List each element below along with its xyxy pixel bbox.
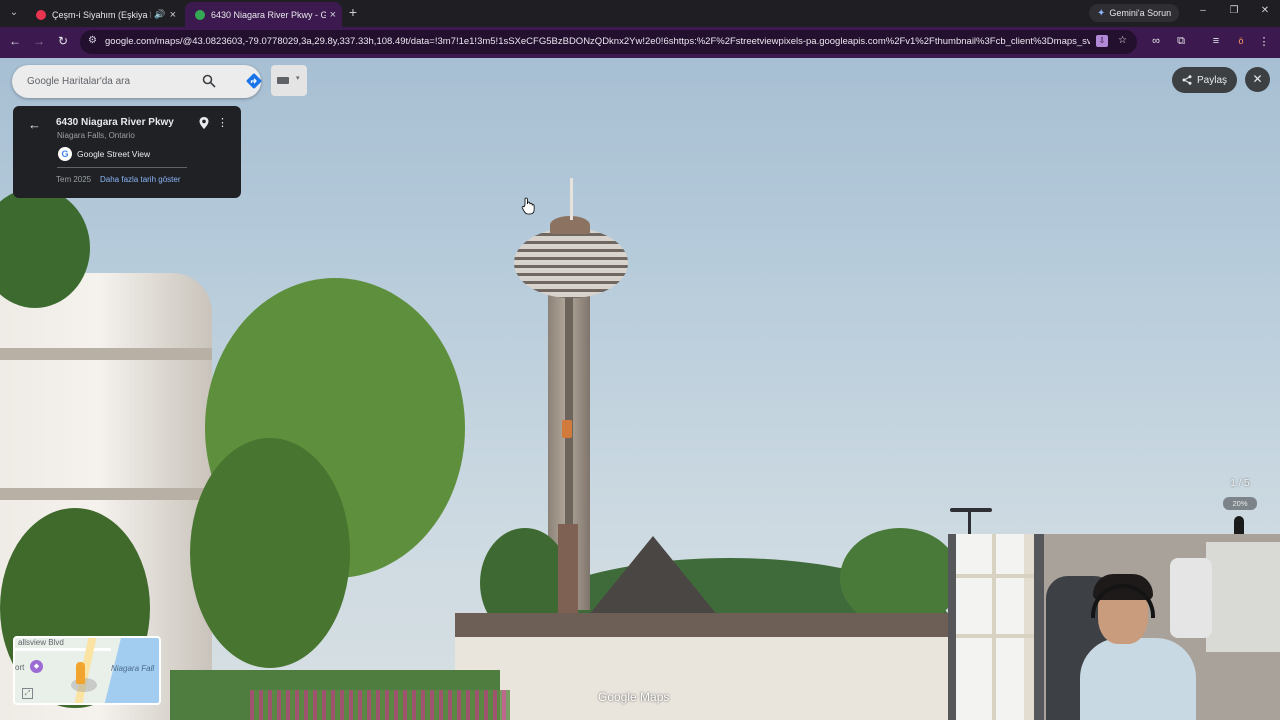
tab-title: Çeşm-i Siyahım (Eşkiya Dünyaya Hükümdar … xyxy=(52,9,151,20)
minimap-road-label: allsview Blvd xyxy=(18,638,64,647)
divider xyxy=(57,167,187,168)
skylon-tower-spire xyxy=(570,178,573,220)
tab-strip: ⌄ Çeşm-i Siyahım (Eşkiya Dünyaya Hükümda… xyxy=(0,0,1280,27)
restore-icon[interactable]: ❐ xyxy=(1227,5,1241,16)
minimap-poi-icon[interactable]: ◆ xyxy=(30,660,43,673)
pegman-icon[interactable] xyxy=(76,662,85,684)
new-tab-button[interactable]: + xyxy=(346,5,360,21)
hand-cursor-icon xyxy=(521,197,535,215)
tab-music[interactable]: Çeşm-i Siyahım (Eşkiya Dünyaya Hükümdar … xyxy=(26,2,182,27)
window-frame xyxy=(956,634,1034,638)
back-arrow-icon[interactable]: ← xyxy=(7,34,23,48)
close-street-view-icon[interactable]: ✕ xyxy=(1245,67,1270,92)
share-icon xyxy=(1182,75,1192,85)
wall-band xyxy=(0,348,212,360)
reload-icon[interactable]: ↻ xyxy=(55,34,71,48)
directions-icon[interactable] xyxy=(246,73,262,89)
url-text[interactable]: google.com/maps/@43.0823603,-79.0778029,… xyxy=(105,36,1090,47)
window-frame xyxy=(956,574,1034,578)
webcam-overlay xyxy=(948,534,1280,720)
install-app-icon[interactable]: ⇩ xyxy=(1096,35,1108,47)
browser-toolbar: ← → ↻ ⚙ google.com/maps/@43.0823603,-79.… xyxy=(0,27,1280,58)
profile-avatar[interactable]: ö xyxy=(1234,34,1248,48)
place-address: 6430 Niagara River Pkwy xyxy=(56,117,174,128)
tab-close-icon[interactable]: × xyxy=(330,9,336,21)
tower-elevator xyxy=(562,420,572,438)
capture-date: Tem 2025 xyxy=(56,175,92,184)
speaker-icon[interactable]: 🔊 xyxy=(154,9,165,20)
window-close-icon[interactable]: ✕ xyxy=(1258,5,1272,16)
gemini-button[interactable]: ✦ Gemini'a Sorun xyxy=(1089,4,1180,22)
expand-map-icon[interactable]: ⤢ xyxy=(22,688,33,699)
caret-down-icon: ▾ xyxy=(296,75,300,82)
minimap-left-label: ort xyxy=(15,663,25,672)
flower-bed xyxy=(250,690,510,720)
youtube-music-favicon-icon xyxy=(36,9,46,20)
browser-menu-icon[interactable]: ⋮ xyxy=(1257,35,1271,48)
bookmark-star-icon[interactable]: ☆ xyxy=(1118,35,1127,46)
incognito-glasses-icon[interactable]: ∞ xyxy=(1149,35,1163,47)
tab-title: 6430 Niagara River Pkwy - Google Maps xyxy=(211,9,326,20)
tab-maps[interactable]: 6430 Niagara River Pkwy - Google Maps × xyxy=(185,2,342,27)
minimap-road xyxy=(15,648,111,651)
minimap-city-label: Niagara Fall xyxy=(111,664,155,673)
minimize-icon[interactable]: – xyxy=(1196,5,1210,16)
extensions-puzzle-icon[interactable]: ⧉ xyxy=(1174,35,1188,48)
place-city: Niagara Falls, Ontario xyxy=(57,131,135,140)
address-bar[interactable]: ⚙ google.com/maps/@43.0823603,-79.077802… xyxy=(80,30,1137,54)
tab-close-icon[interactable]: × xyxy=(170,9,176,21)
zoom-level-badge: 20% xyxy=(1223,497,1257,510)
page-count: 1 / 5 xyxy=(1230,478,1250,489)
google-logo-icon: G xyxy=(58,147,72,161)
wall-band xyxy=(0,488,212,500)
media-queue-icon[interactable]: ≡ xyxy=(1209,35,1223,47)
window-frame xyxy=(992,534,996,720)
gemini-spark-icon: ✦ xyxy=(1097,7,1106,19)
google-maps-watermark: Google Maps xyxy=(598,690,670,704)
source-label: Google Street View xyxy=(77,149,151,159)
site-info-tune-icon[interactable]: ⚙ xyxy=(88,35,97,46)
search-input[interactable]: Google Haritalar'da ara xyxy=(27,76,187,87)
street-lamp-head xyxy=(950,508,992,512)
background-chair xyxy=(1170,558,1212,638)
pavilion-roof-band xyxy=(455,613,955,637)
street-view-info-card: ← 6430 Niagara River Pkwy Niagara Falls,… xyxy=(13,106,241,198)
street-view-minimap[interactable]: allsview Blvd ort Niagara Fall ◆ ⤢ xyxy=(13,636,161,705)
keyboard-layers-button[interactable]: ▾ xyxy=(271,65,307,96)
search-icon[interactable] xyxy=(202,74,216,88)
more-vert-icon[interactable]: ⋮ xyxy=(217,116,228,129)
maps-search-box[interactable]: Google Haritalar'da ara xyxy=(12,65,262,98)
back-arrow-icon[interactable]: ← xyxy=(28,117,41,132)
google-maps-favicon-icon xyxy=(195,9,205,20)
forward-arrow-icon[interactable]: → xyxy=(31,34,47,48)
background-monitor xyxy=(1206,542,1280,652)
more-dates-link[interactable]: Daha fazla tarih göster xyxy=(100,175,181,184)
skylon-tower-pod xyxy=(514,228,628,298)
tab-search-chevron-down-icon[interactable]: ⌄ xyxy=(6,5,22,21)
keyboard-icon xyxy=(277,77,289,84)
tree xyxy=(190,438,350,668)
map-pin-icon[interactable] xyxy=(197,116,211,130)
share-button[interactable]: Paylaş xyxy=(1172,67,1237,93)
streamer-shirt xyxy=(1080,638,1196,720)
share-label: Paylaş xyxy=(1196,74,1227,86)
gemini-label: Gemini'a Sorun xyxy=(1109,8,1172,18)
